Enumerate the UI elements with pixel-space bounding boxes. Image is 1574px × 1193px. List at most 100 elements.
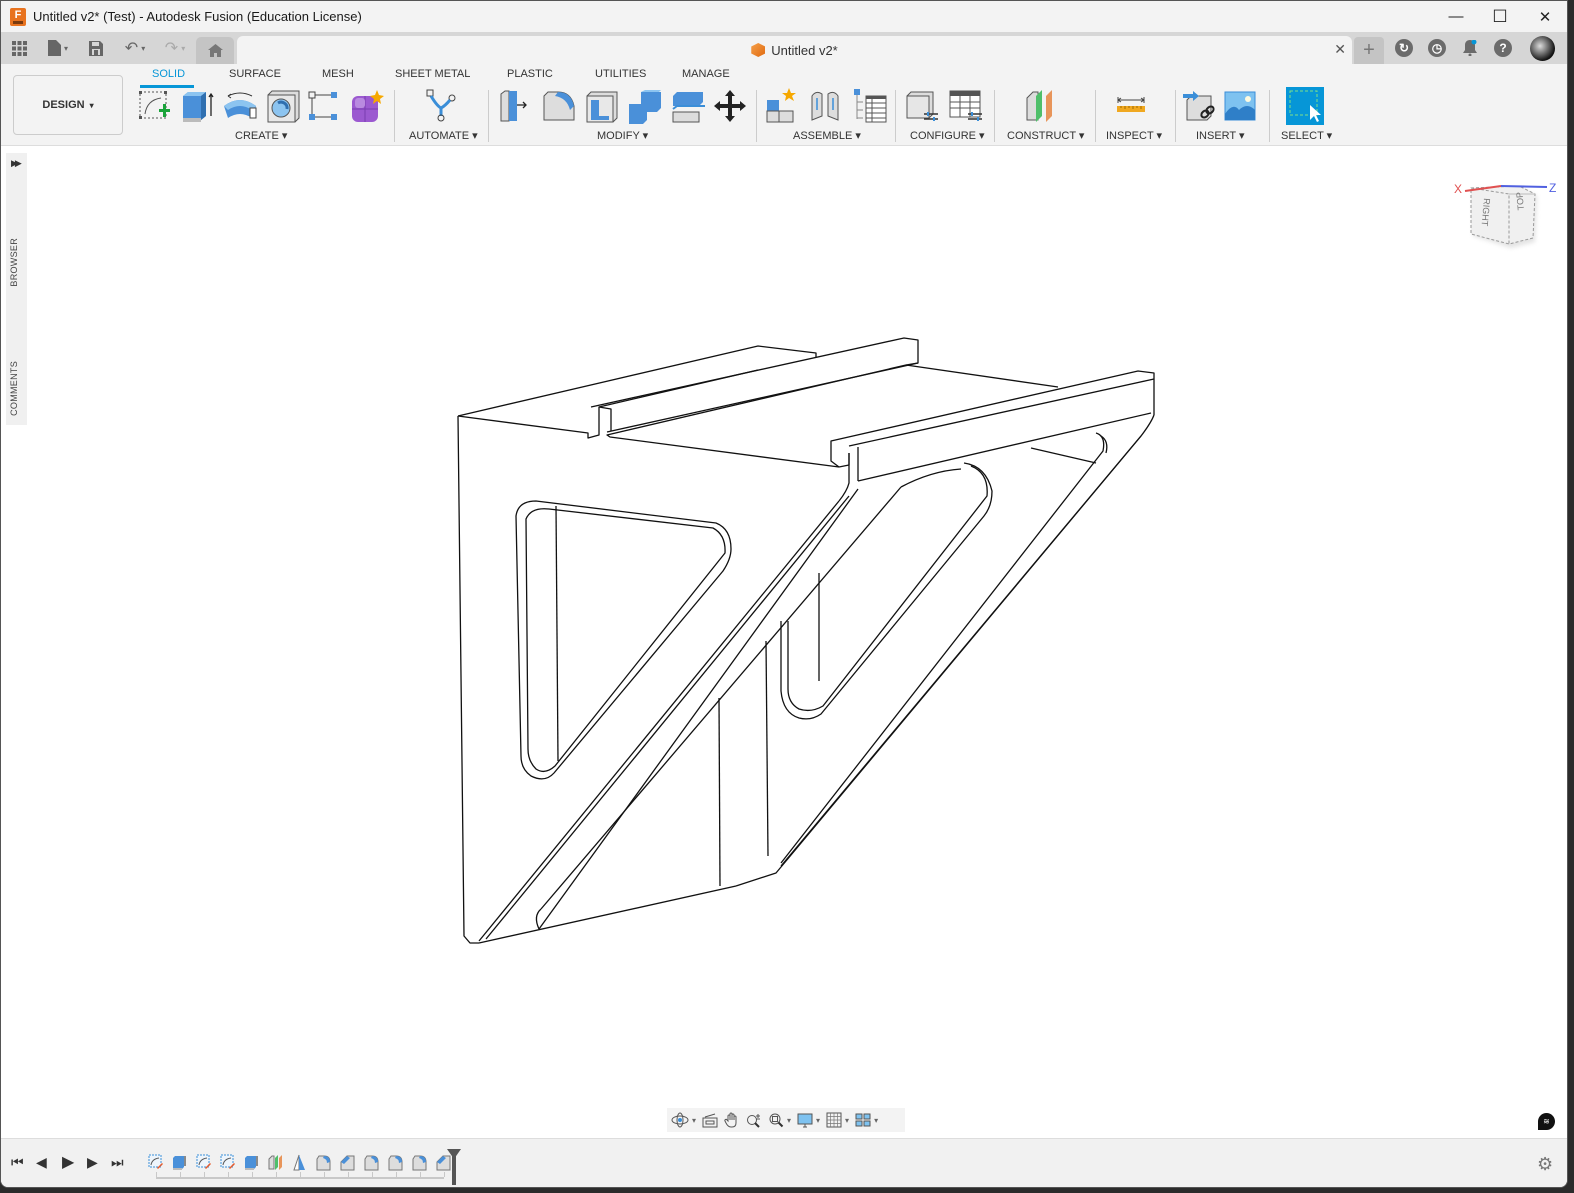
- assemble-group-menu[interactable]: ASSEMBLE ▾: [793, 129, 861, 142]
- modify-group-menu[interactable]: MODIFY ▾: [597, 129, 648, 142]
- close-window-button[interactable]: ✕: [1522, 1, 1567, 32]
- step-back-button[interactable]: ◀: [36, 1154, 47, 1171]
- minimize-button[interactable]: —: [1433, 1, 1479, 32]
- timeline-feature-draft[interactable]: [292, 1154, 307, 1171]
- pattern-button[interactable]: [306, 88, 342, 124]
- redo-button[interactable]: ↷ ▾: [159, 38, 191, 58]
- help-icon[interactable]: ?: [1494, 39, 1512, 57]
- offset-face-button[interactable]: [670, 88, 706, 124]
- timeline-feature-extrude[interactable]: [244, 1154, 259, 1171]
- zoom-button[interactable]: [746, 1110, 762, 1130]
- joint-button[interactable]: [808, 88, 844, 124]
- timeline-feature-chamfer[interactable]: [340, 1154, 355, 1171]
- go-to-end-button[interactable]: ⏭: [111, 1154, 124, 1171]
- user-avatar[interactable]: [1530, 36, 1555, 61]
- timeline-feature-extrude[interactable]: [172, 1154, 187, 1171]
- timeline-feature-sketch[interactable]: [148, 1154, 163, 1171]
- new-component-button[interactable]: [765, 88, 801, 124]
- revolve-button[interactable]: [222, 88, 258, 124]
- document-tab[interactable]: Untitled v2* ✕: [237, 36, 1352, 64]
- browser-panel-tab[interactable]: BROWSER: [9, 238, 19, 287]
- look-at-button[interactable]: [702, 1110, 718, 1130]
- construct-group-menu[interactable]: CONSTRUCT ▾: [1007, 129, 1084, 142]
- hole-button[interactable]: [265, 88, 301, 124]
- grid-snaps-button[interactable]: ▾: [826, 1110, 849, 1130]
- new-tab-button[interactable]: +: [1354, 37, 1384, 64]
- combine-button[interactable]: [627, 88, 663, 124]
- expand-panel-icon[interactable]: ▶▶: [11, 158, 22, 169]
- undo-button[interactable]: ↶ ▾: [119, 38, 151, 58]
- create-group-menu[interactable]: CREATE ▾: [235, 129, 287, 142]
- create-sketch-button[interactable]: [137, 88, 173, 124]
- go-to-start-button[interactable]: ⏮: [11, 1154, 24, 1171]
- home-tab[interactable]: [196, 37, 234, 64]
- fit-button[interactable]: ▾: [768, 1110, 791, 1130]
- home-icon: [207, 44, 223, 57]
- measure-button[interactable]: [1113, 88, 1149, 124]
- 3d-viewport[interactable]: ▶▶ BROWSER COMMENTS: [1, 147, 1567, 1137]
- notifications-bell-icon[interactable]: [1461, 39, 1479, 57]
- timeline-feature-sketch[interactable]: [220, 1154, 235, 1171]
- timeline-feature-fillet[interactable]: [364, 1154, 379, 1171]
- timeline-feature-sketch[interactable]: [196, 1154, 211, 1171]
- view-cube[interactable]: X Z RIGHT TOP: [1451, 176, 1561, 256]
- move-copy-button[interactable]: [712, 88, 748, 124]
- viewports-button[interactable]: ▾: [855, 1110, 878, 1130]
- step-forward-button[interactable]: ▶: [87, 1154, 98, 1171]
- timeline-feature-offset-plane[interactable]: [268, 1154, 283, 1171]
- bracket-model[interactable]: [1, 147, 1568, 1137]
- offset-plane-button[interactable]: [1024, 88, 1060, 124]
- display-settings-button[interactable]: ▾: [797, 1110, 820, 1130]
- timeline-tick: [204, 1172, 205, 1177]
- extensions-icon[interactable]: ↻: [1395, 39, 1413, 57]
- feedback-icon[interactable]: ≋: [1538, 1113, 1555, 1130]
- insert-group-menu[interactable]: INSERT ▾: [1196, 129, 1245, 142]
- tab-utilities[interactable]: UTILITIES: [595, 68, 646, 80]
- timeline-tick: [300, 1172, 301, 1177]
- document-tab-label: Untitled v2*: [771, 42, 838, 58]
- close-tab-button[interactable]: ✕: [1334, 41, 1346, 58]
- create-sketch-icon: [139, 91, 170, 119]
- pan-button[interactable]: [724, 1110, 740, 1130]
- bill-of-materials-button[interactable]: [852, 88, 888, 124]
- timeline-tick: [348, 1172, 349, 1177]
- workspace-switcher-button[interactable]: DESIGN ▾: [13, 75, 123, 135]
- create-form-button[interactable]: [349, 88, 385, 124]
- configure-group-menu[interactable]: CONFIGURE ▾: [910, 129, 985, 142]
- fillet-icon: [316, 1155, 331, 1171]
- comments-panel-tab[interactable]: COMMENTS: [9, 361, 19, 416]
- timeline-feature-fillet[interactable]: [412, 1154, 427, 1171]
- save-button[interactable]: [87, 38, 105, 58]
- play-button[interactable]: ▶: [62, 1152, 74, 1172]
- timeline-settings-gear-icon[interactable]: ⚙: [1537, 1154, 1553, 1175]
- group-divider: [488, 90, 489, 142]
- file-menu-button[interactable]: ▾: [43, 38, 73, 58]
- shell-button[interactable]: [584, 88, 620, 124]
- orbit-button[interactable]: ▾: [671, 1110, 696, 1130]
- timeline-marker[interactable]: [447, 1149, 461, 1185]
- insert-derive-button[interactable]: [1181, 88, 1217, 124]
- automate-group-menu[interactable]: AUTOMATE ▾: [409, 129, 478, 142]
- extrude-button[interactable]: [180, 88, 216, 124]
- data-panel-grid-icon[interactable]: [10, 38, 28, 58]
- select-group-menu[interactable]: SELECT ▾: [1281, 129, 1332, 142]
- timeline-feature-fillet[interactable]: [388, 1154, 403, 1171]
- job-status-icon[interactable]: ◷: [1428, 39, 1446, 57]
- tab-surface[interactable]: SURFACE: [229, 68, 281, 80]
- timeline-feature-fillet[interactable]: [316, 1154, 331, 1171]
- configuration-table-icon: [949, 90, 982, 121]
- configure-model-button[interactable]: [904, 88, 940, 124]
- automate-button[interactable]: [423, 88, 459, 124]
- tab-sheet-metal[interactable]: SHEET METAL: [395, 68, 470, 80]
- select-button[interactable]: [1286, 87, 1324, 125]
- tab-solid[interactable]: SOLID: [152, 68, 185, 80]
- insert-canvas-button[interactable]: [1223, 88, 1259, 124]
- inspect-group-menu[interactable]: INSPECT ▾: [1106, 129, 1162, 142]
- tab-plastic[interactable]: PLASTIC: [507, 68, 553, 80]
- tab-manage[interactable]: MANAGE: [682, 68, 730, 80]
- maximize-button[interactable]: ☐: [1477, 1, 1523, 32]
- tab-mesh[interactable]: MESH: [322, 68, 354, 80]
- configuration-table-button[interactable]: [948, 88, 984, 124]
- fillet-button[interactable]: [541, 88, 577, 124]
- press-pull-button[interactable]: [498, 88, 534, 124]
